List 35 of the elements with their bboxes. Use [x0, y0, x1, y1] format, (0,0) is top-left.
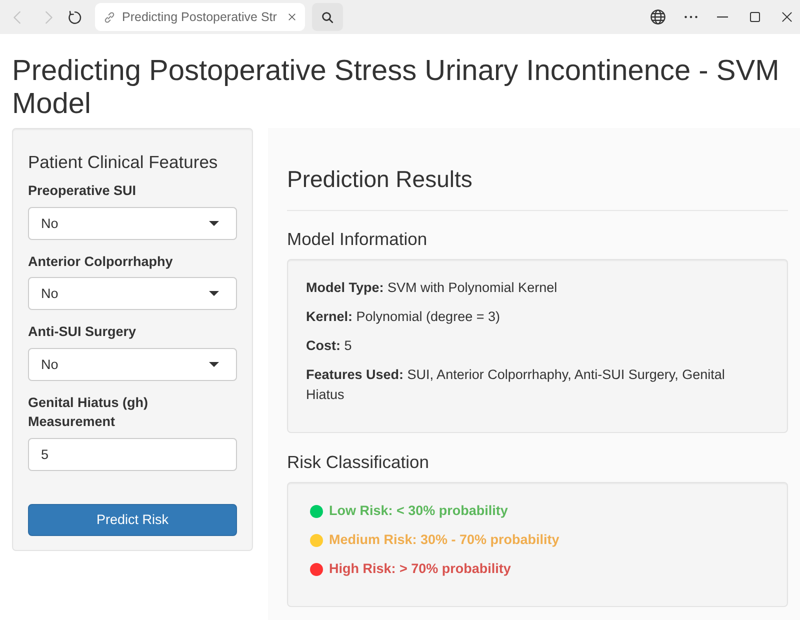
close-icon[interactable]: [287, 12, 297, 22]
globe-icon[interactable]: [650, 9, 666, 25]
caret-icon: [209, 220, 219, 226]
caret-icon: [209, 291, 219, 296]
field-label: Genital Hiatus (gh) Measurement: [28, 394, 150, 431]
page-title: Predicting Postoperative Stress Urinary Incontinence - SVM Model: [12, 55, 780, 121]
minimize-icon[interactable]: [717, 16, 728, 18]
results-title: Prediction Results: [287, 166, 474, 193]
model-info-text: Kernel: Polynomial (degree = 3): [306, 308, 501, 326]
field-label: Preoperative SUI: [28, 182, 138, 200]
panel-heading: Patient Clinical Features: [28, 152, 219, 172]
section-heading: Risk Classification: [287, 452, 430, 472]
risk-level-text: Low Risk: < 30% probability: [329, 502, 508, 520]
select-field[interactable]: No: [28, 348, 237, 380]
caret-icon: [209, 362, 219, 366]
browser-tab[interactable]: Predicting Postoperative Str: [95, 3, 305, 31]
model-info-text: Features Used: SUI, Anterior Colporrhaphy, Anti-SUI Surgery, Genital Hiatus: [306, 366, 726, 404]
number-field[interactable]: 5: [28, 438, 237, 470]
maximize-icon[interactable]: [750, 12, 760, 22]
risk-level-text: Medium Risk: 30% - 70% probability: [329, 531, 560, 549]
model-info-text: Cost: 5: [306, 337, 353, 355]
reload-icon[interactable]: [67, 10, 82, 24]
predict-button[interactable]: Predict Risk: [28, 504, 237, 536]
close-icon[interactable]: [782, 12, 792, 22]
section-heading: Model Information: [287, 229, 428, 249]
select-field[interactable]: No: [28, 277, 237, 310]
model-info-text: Model Type: SVM with Polynomial Kernel: [306, 279, 558, 297]
search-icon: [321, 10, 334, 24]
link-icon: [103, 10, 116, 24]
search-button[interactable]: [312, 3, 343, 31]
field-label: Anti-SUI Surgery: [28, 323, 138, 341]
more-icon[interactable]: [684, 15, 698, 19]
field-label: Anterior Colporrhaphy: [28, 252, 174, 271]
risk-level-text: High Risk: > 70% probability: [329, 560, 511, 578]
select-field[interactable]: No: [28, 206, 237, 240]
